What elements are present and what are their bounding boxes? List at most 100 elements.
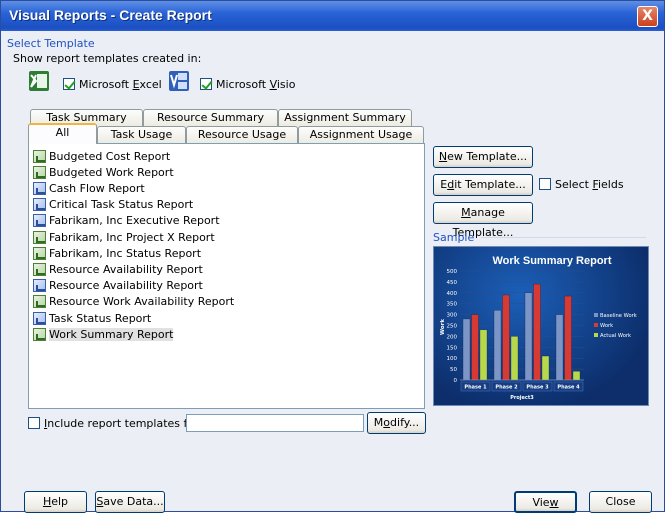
modify-button[interactable]: Modify... bbox=[367, 412, 426, 434]
tab-assignment-summary[interactable]: Assignment Summary bbox=[278, 109, 412, 127]
report-name: Fabrikam, Inc Status Report bbox=[49, 246, 202, 260]
report-template-list[interactable]: Budgeted Cost Report Budgeted Work Report… bbox=[28, 143, 425, 409]
tab-task-usage[interactable]: Task Usage bbox=[97, 126, 186, 144]
include-templates-checkbox[interactable] bbox=[28, 417, 40, 429]
report-name: Work Summary Report bbox=[49, 327, 174, 341]
microsoft-visio-label: Microsoft Visio bbox=[216, 78, 296, 91]
legend-swatch bbox=[594, 323, 598, 327]
report-name: Budgeted Cost Report bbox=[49, 149, 171, 163]
bar bbox=[479, 329, 488, 381]
bar bbox=[510, 336, 519, 381]
select-template-group-label: Select Template bbox=[7, 37, 95, 50]
new-template-button[interactable]: New Template... bbox=[433, 146, 533, 168]
list-item[interactable]: Resource Availability Report bbox=[33, 261, 203, 277]
legend-label: Actual Work bbox=[600, 333, 631, 339]
excel-report-icon bbox=[33, 327, 46, 341]
report-name: Fabrikam, Inc Executive Report bbox=[49, 214, 220, 228]
list-item[interactable]: Resource Availability Report bbox=[33, 278, 203, 294]
legend-label: Work bbox=[600, 323, 613, 329]
x-tick-label: Phase 2 bbox=[495, 385, 518, 391]
visual-reports-dialog: Visual Reports - Create Report X Select … bbox=[0, 0, 665, 513]
window-title: Visual Reports - Create Report bbox=[9, 7, 212, 23]
list-item[interactable]: Budgeted Cost Report bbox=[33, 148, 170, 164]
tab-resource-usage[interactable]: Resource Usage bbox=[186, 126, 298, 144]
title-bar[interactable]: Visual Reports - Create Report X bbox=[1, 1, 664, 31]
report-name: Budgeted Work Report bbox=[49, 165, 174, 179]
bar bbox=[541, 355, 550, 381]
excel-report-icon bbox=[33, 246, 46, 260]
x-tick-label: Phase 4 bbox=[557, 385, 580, 391]
list-item[interactable]: Resource Work Availability Report bbox=[33, 294, 234, 310]
y-tick-label: 250 bbox=[447, 324, 458, 330]
excel-report-icon bbox=[33, 295, 46, 309]
y-tick-label: 350 bbox=[447, 302, 458, 308]
sample-preview: Work Summary Report 500 450 400 350 300 250 20… bbox=[433, 246, 649, 406]
sample-chart: 500450400350300250200150100500WorkPhase … bbox=[440, 269, 637, 401]
report-name: Cash Flow Report bbox=[49, 181, 145, 195]
y-tick-label: 300 bbox=[447, 313, 458, 319]
bar bbox=[572, 371, 581, 381]
bar bbox=[524, 292, 533, 381]
report-name: Resource Work Availability Report bbox=[49, 295, 235, 309]
select-fields-checkbox[interactable] bbox=[539, 178, 551, 190]
tab-resource-summary[interactable]: Resource Summary bbox=[143, 109, 278, 127]
legend-label: Baseline Work bbox=[600, 313, 637, 319]
y-tick-label: 50 bbox=[450, 367, 457, 373]
visio-icon bbox=[169, 71, 189, 91]
y-tick-label: 450 bbox=[447, 280, 458, 286]
list-item[interactable]: Budgeted Work Report bbox=[33, 164, 174, 180]
bar bbox=[564, 295, 572, 381]
bar bbox=[533, 283, 541, 381]
legend-swatch bbox=[594, 333, 598, 337]
microsoft-excel-label: Microsoft Excel bbox=[79, 78, 162, 91]
report-name: Resource Availability Report bbox=[49, 279, 203, 293]
edit-template-button[interactable]: Edit Template... bbox=[433, 174, 533, 196]
x-axis-label: Project3 bbox=[510, 395, 534, 401]
bar bbox=[462, 318, 471, 381]
y-tick-label: 150 bbox=[447, 345, 458, 351]
excel-report-icon bbox=[33, 230, 46, 244]
tab-all[interactable]: All bbox=[28, 123, 97, 144]
visio-report-icon bbox=[33, 311, 46, 325]
visio-report-icon bbox=[33, 279, 46, 293]
bar bbox=[555, 314, 564, 381]
x-tick-label: Phase 3 bbox=[526, 385, 549, 391]
manage-template-button[interactable]: Manage Template... bbox=[433, 202, 533, 239]
show-templates-label: Show report templates created in: bbox=[13, 52, 202, 65]
excel-report-icon bbox=[33, 262, 46, 276]
y-tick-label: 400 bbox=[447, 291, 458, 297]
bar bbox=[493, 310, 502, 381]
list-item[interactable]: Cash Flow Report bbox=[33, 180, 145, 196]
view-button[interactable]: View bbox=[514, 491, 577, 513]
template-path-input[interactable] bbox=[186, 414, 364, 432]
microsoft-visio-checkbox[interactable] bbox=[200, 78, 212, 90]
y-tick-label: 200 bbox=[447, 334, 458, 340]
report-name: Task Status Report bbox=[49, 311, 152, 325]
sample-group-divider bbox=[481, 237, 646, 238]
list-item[interactable]: Fabrikam, Inc Project X Report bbox=[33, 229, 215, 245]
close-icon[interactable]: X bbox=[637, 6, 658, 27]
list-item[interactable]: Task Status Report bbox=[33, 310, 151, 326]
y-tick-label: 100 bbox=[447, 356, 458, 362]
help-button[interactable]: Help bbox=[24, 491, 87, 513]
legend-swatch bbox=[594, 313, 598, 317]
report-name: Critical Task Status Report bbox=[49, 198, 194, 212]
visio-report-icon bbox=[33, 198, 46, 212]
select-fields-label: Select Fields bbox=[555, 178, 624, 191]
tab-assignment-usage[interactable]: Assignment Usage bbox=[298, 126, 424, 144]
list-item[interactable]: Work Summary Report bbox=[33, 326, 174, 342]
save-data-button[interactable]: Save Data... bbox=[95, 491, 165, 513]
report-name: Fabrikam, Inc Project X Report bbox=[49, 230, 215, 244]
close-button[interactable]: Close bbox=[589, 491, 652, 513]
list-item[interactable]: Critical Task Status Report bbox=[33, 197, 193, 213]
report-name: Resource Availability Report bbox=[49, 262, 203, 276]
bar bbox=[502, 294, 510, 381]
microsoft-excel-checkbox[interactable] bbox=[63, 78, 75, 90]
list-item[interactable]: Fabrikam, Inc Executive Report bbox=[33, 213, 220, 229]
list-item[interactable]: Fabrikam, Inc Status Report bbox=[33, 245, 201, 261]
excel-icon bbox=[29, 71, 49, 91]
y-axis-label: Work bbox=[440, 319, 446, 335]
bar bbox=[471, 314, 479, 381]
y-tick-label: 500 bbox=[447, 269, 458, 275]
x-tick-label: Phase 1 bbox=[464, 385, 487, 391]
